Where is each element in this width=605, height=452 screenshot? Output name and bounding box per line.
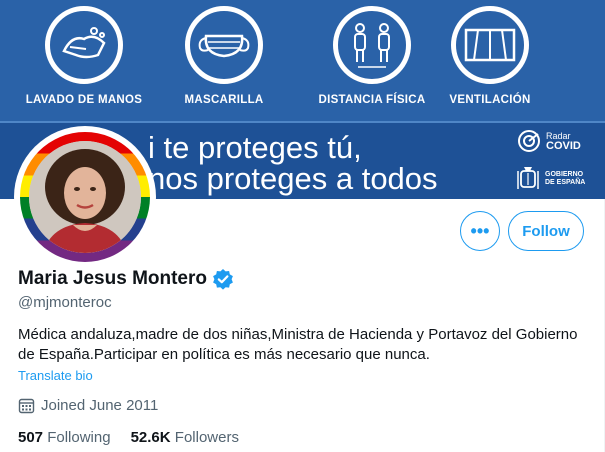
follow-button[interactable]: Follow [508,211,584,251]
following-count: 507 [18,429,44,446]
profile-name-row: Maria Jesus Montero [18,268,234,290]
radar-icon [518,130,540,152]
more-icon: ••• [470,220,490,241]
distance-icon [333,6,411,84]
radar-covid-logo: Radar COVID [516,128,581,154]
translate-bio-link[interactable]: Translate bio [18,368,93,383]
radar-big-text: COVID [546,140,581,152]
coat-of-arms-icon [517,167,539,189]
gob-line1: GOBIERNO [545,171,584,178]
measure-label: LAVADO DE MANOS [25,94,143,106]
avatar[interactable] [14,126,156,268]
gobierno-logo: GOBIERNO DE ESPAÑA [516,165,585,193]
avatar-rainbow-frame [20,132,150,262]
following-link[interactable]: 507 Following [18,429,111,446]
measure-handwash: LAVADO DE MANOS [14,6,154,106]
measure-label: MASCARILLA [184,94,264,106]
measure-label: VENTILACIÓN [449,94,531,106]
joined-date: Joined June 2011 [18,397,158,414]
handwash-icon [45,6,123,84]
display-name: Maria Jesus Montero [18,268,207,289]
follow-stats: 507 Following 52.6K Followers [18,429,239,446]
verified-badge-icon [213,269,233,290]
joined-text: Joined June 2011 [41,397,159,414]
user-handle: @mjmonteroc [18,294,112,311]
calendar-icon [18,398,35,414]
gob-line2: DE ESPAÑA [545,179,586,186]
mask-icon [185,6,263,84]
following-label: Following [47,429,111,446]
followers-label: Followers [174,429,239,446]
banner-divider [0,121,605,123]
followers-count: 52.6K [130,429,171,446]
avatar-photo [29,141,141,253]
more-options-button[interactable]: ••• [460,211,500,251]
followers-link[interactable]: 52.6K Followers [131,429,239,446]
profile-bio: Médica andaluza,madre de dos niñas,Minis… [18,326,578,363]
banner-slogan-line1: i te proteges tú, [148,130,362,165]
window-icon [451,6,529,84]
measure-mask: MASCARILLA [154,6,294,106]
banner-slogan-line2: nos proteges a todos [148,161,438,196]
measure-ventilation: VENTILACIÓN [420,6,560,106]
